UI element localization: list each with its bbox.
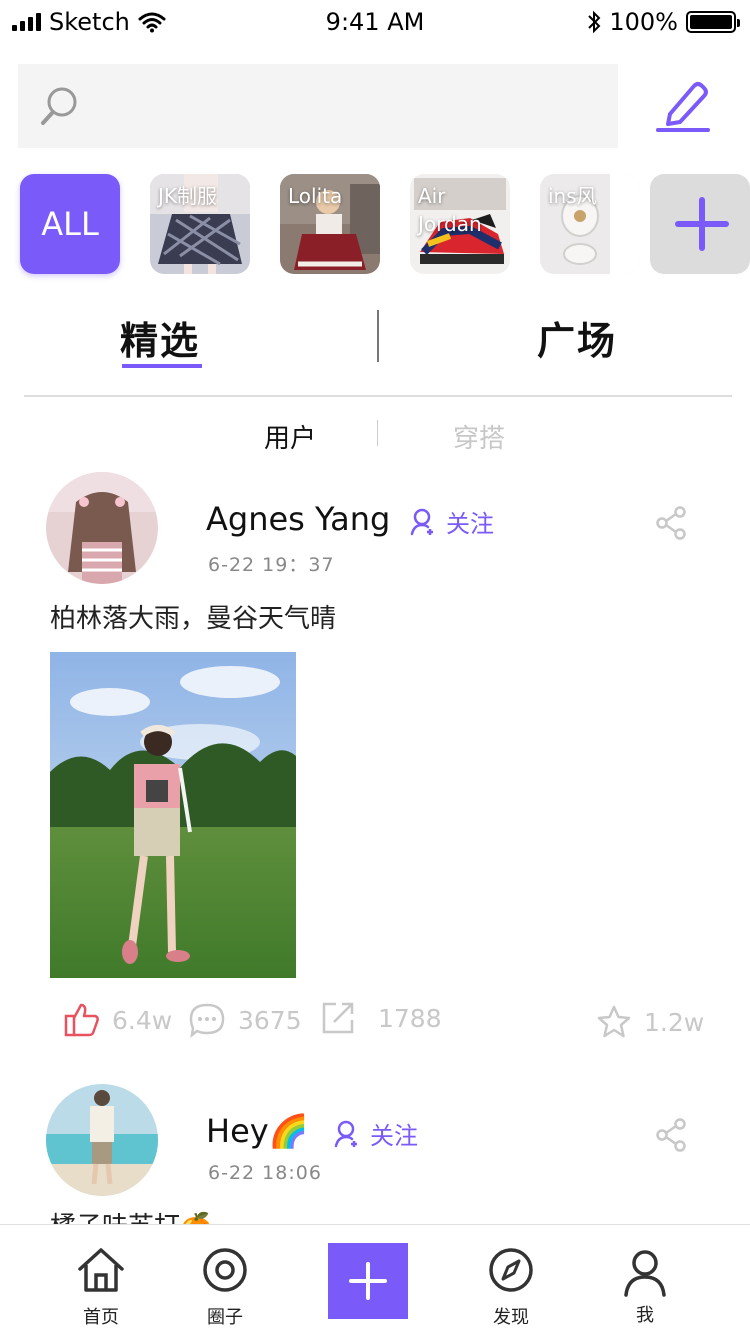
category-ins[interactable]: ins风 [540,174,640,274]
nav-discover[interactable]: 发现 [456,1225,566,1334]
nav-circle[interactable]: 圈子 [170,1225,280,1334]
tab-square[interactable]: 广场 [537,310,617,365]
battery-percent: 100% [609,8,678,36]
search-input[interactable] [98,64,598,148]
favorite-stat[interactable]: 1.2w [596,1004,704,1040]
subtab-users[interactable]: 用户 [264,418,316,455]
post-image[interactable] [50,652,296,978]
tab-active-indicator [122,364,202,368]
forward-icon [322,1002,354,1034]
category-strip: ALL JK制服 Lolita Air Jordan ins风 [20,174,750,274]
post-text: 柏林落大雨，曼谷天气晴 [50,604,337,634]
add-user-icon [334,1120,357,1147]
post-photo [50,652,296,978]
nav-circle-label: 圈子 [207,1307,243,1328]
sub-tabs: 用户 穿搭 [0,414,750,454]
nav-discover-label: 发现 [493,1307,529,1328]
nav-home-label: 首页 [83,1307,119,1328]
edit-icon[interactable] [650,72,720,136]
bluetooth-icon [588,10,601,34]
battery-icon [686,11,740,33]
like-stat[interactable]: 6.4w [64,1002,172,1038]
tab-featured[interactable]: 精选 [120,310,200,365]
home-icon [78,1248,124,1292]
like-count: 6.4w [112,1005,173,1035]
subtab-divider [377,420,378,446]
status-bar: Sketch 9:41 AM 100% [0,0,750,44]
share-icon[interactable] [656,506,688,540]
nav-me-label: 我 [636,1305,654,1326]
follow-button[interactable]: 关注 [334,1116,418,1151]
category-lolita[interactable]: Lolita [280,174,380,274]
category-label: ins风 [548,184,597,208]
comment-stat[interactable]: 3675 [188,1002,302,1038]
category-label: ALL [41,205,99,243]
post-username[interactable]: Hey🌈 [206,1112,309,1150]
main-tabs: 精选 广场 [0,300,750,396]
circle-icon [203,1248,247,1292]
nav-me[interactable]: 我 [590,1225,700,1334]
star-icon [597,1005,631,1038]
search-icon [41,87,77,125]
subtab-outfits[interactable]: 穿搭 [453,418,505,455]
nav-home[interactable]: 首页 [46,1225,156,1334]
forward-stat[interactable]: 1788 [320,1000,442,1036]
compass-icon [489,1248,533,1292]
category-air-jordan[interactable]: Air Jordan [410,174,510,274]
follow-button[interactable]: 关注 [410,504,494,539]
post-timestamp: 6-22 18:06 [208,1162,322,1184]
comment-icon [189,1003,225,1038]
category-label: Air Jordan [418,184,482,236]
search-bar[interactable] [18,64,618,148]
avatar[interactable] [46,472,158,584]
follow-label: 关注 [370,1122,418,1150]
plus-icon [349,1262,387,1300]
comment-count: 3675 [238,1005,302,1035]
avatar-image [46,472,158,584]
add-category-button[interactable] [650,174,750,274]
post-add-button[interactable] [328,1243,408,1319]
tabs-divider-line [24,395,732,397]
avatar[interactable] [46,1084,158,1196]
avatar-image [46,1084,158,1196]
add-user-icon [410,508,433,535]
thumbs-up-icon [64,1003,99,1037]
forward-count: 1788 [378,1003,442,1033]
share-icon[interactable] [656,1118,688,1152]
user-icon [624,1250,666,1297]
post-username[interactable]: Agnes Yang [206,500,390,538]
favorite-count: 1.2w [644,1007,705,1037]
bottom-nav: 首页 圈子 发现 我 [0,1224,750,1334]
category-label: JK制服 [158,184,218,208]
follow-label: 关注 [446,510,494,538]
category-jk[interactable]: JK制服 [150,174,250,274]
category-all[interactable]: ALL [20,174,120,274]
post-timestamp: 6-22 19：37 [208,554,335,576]
category-label: Lolita [288,184,343,208]
tab-divider [377,310,379,362]
plus-icon [675,197,729,251]
